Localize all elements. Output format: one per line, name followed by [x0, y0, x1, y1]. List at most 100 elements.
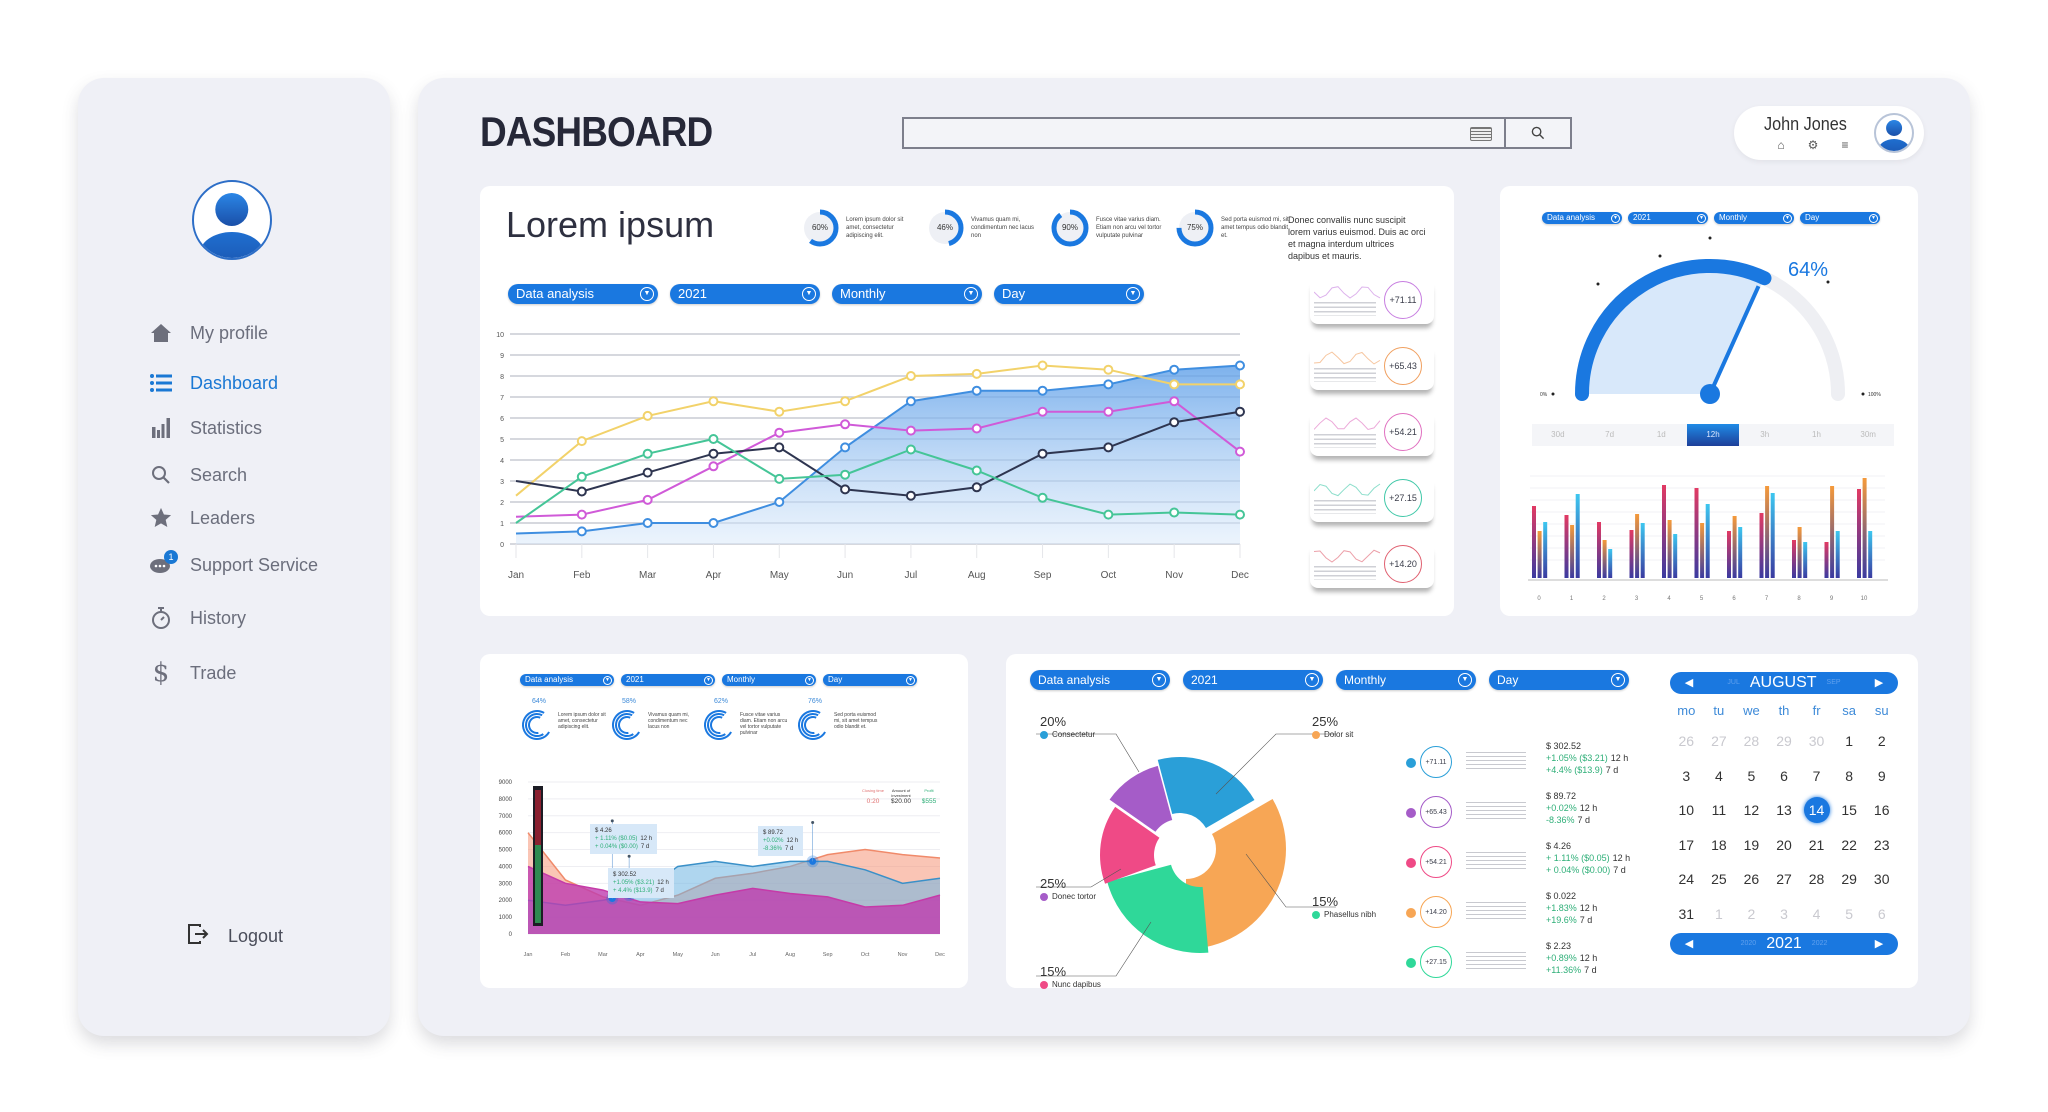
gear-icon[interactable]: ⚙ — [1806, 138, 1820, 152]
calendar-day[interactable]: 2 — [1735, 897, 1768, 932]
x-tick-label: Jun — [837, 570, 853, 581]
calendar-day[interactable]: 21 — [1800, 828, 1833, 863]
calendar-day[interactable]: 16 — [1865, 793, 1898, 828]
calendar-day[interactable]: 27 — [1703, 724, 1736, 759]
filter-year[interactable]: 2021 ▼ — [621, 674, 715, 686]
data-point — [971, 423, 982, 434]
calendar-day-selected[interactable]: 14 — [1800, 793, 1833, 828]
calendar-day[interactable]: 6 — [1865, 897, 1898, 932]
playlist-add-icon[interactable]: ≡ — [1838, 138, 1852, 152]
change-period: 12 h — [1610, 753, 1629, 763]
x-tick-label: Jul — [749, 952, 756, 958]
next-month-button[interactable]: ▶ — [1866, 672, 1892, 694]
search-input[interactable] — [904, 119, 1470, 147]
calendar-day[interactable]: 1 — [1703, 897, 1736, 932]
calendar-day[interactable]: 9 — [1865, 759, 1898, 794]
time-range-option[interactable]: 12h — [1687, 424, 1739, 446]
sidebar-item-search[interactable]: Search — [148, 460, 247, 490]
y-tick-label: 1 — [500, 521, 504, 528]
sidebar-item-statistics[interactable]: Statistics — [148, 413, 262, 443]
time-range-option[interactable]: 7d — [1584, 424, 1636, 446]
mini-stat-card[interactable]: +54.21 — [1310, 410, 1434, 456]
filter-granularity[interactable]: Day ▼ — [1489, 670, 1629, 690]
time-range-option[interactable]: 30m — [1842, 424, 1894, 446]
calendar-day[interactable]: 19 — [1735, 828, 1768, 863]
prev-month-button[interactable]: ◀ — [1676, 672, 1702, 694]
sidebar-item-dashboard[interactable]: Dashboard — [148, 368, 278, 398]
time-range-option[interactable]: 3h — [1739, 424, 1791, 446]
mini-stat-card[interactable]: +65.43 — [1310, 344, 1434, 390]
calendar-day[interactable]: 8 — [1833, 759, 1866, 794]
calendar-day[interactable]: 17 — [1670, 828, 1703, 863]
calendar-day[interactable]: 5 — [1833, 897, 1866, 932]
sidebar-item-my-profile[interactable]: My profile — [148, 318, 268, 348]
calendar-day[interactable]: 28 — [1800, 862, 1833, 897]
prev-year-button[interactable]: ◀ — [1676, 933, 1702, 955]
user-menu: John Jones ⌂ ⚙ ≡ — [1734, 106, 1924, 160]
stat-row[interactable]: +71.11 $ 302.52 +1.05% ($3.21) 12 h +4.4% ($… — [1406, 740, 1706, 790]
time-range-option[interactable]: 1d — [1635, 424, 1687, 446]
home-icon[interactable]: ⌂ — [1774, 138, 1788, 152]
calendar-day[interactable]: 30 — [1865, 862, 1898, 897]
calendar-day[interactable]: 10 — [1670, 793, 1703, 828]
calendar-day[interactable]: 4 — [1800, 897, 1833, 932]
time-range-option[interactable]: 30d — [1532, 424, 1584, 446]
search-button[interactable] — [1504, 119, 1570, 147]
calendar-day[interactable]: 30 — [1800, 724, 1833, 759]
stat-row[interactable]: +27.15 $ 2.23 +0.89% 12 h +11.36% 7 d — [1406, 940, 1706, 990]
mini-stat-card[interactable]: +27.15 — [1310, 476, 1434, 522]
stat-row[interactable]: +54.21 $ 4.26 + 1.11% ($0.05) 12 h + 0.04% (… — [1406, 840, 1706, 890]
filter-period[interactable]: Monthly ▼ — [722, 674, 816, 686]
calendar-day[interactable]: 20 — [1768, 828, 1801, 863]
sidebar-item-history[interactable]: History — [148, 603, 246, 633]
ring-value: 62% — [714, 698, 729, 705]
sidebar-item-leaders[interactable]: Leaders — [148, 503, 255, 533]
sidebar-item-support-service[interactable]: 1 Support Service — [148, 550, 318, 580]
calendar-day[interactable]: 11 — [1703, 793, 1736, 828]
user-avatar[interactable] — [1874, 113, 1914, 153]
sidebar-item-trade[interactable]: $ Trade — [148, 658, 237, 688]
tooltip-period: 7 d — [655, 888, 664, 894]
calendar-day[interactable]: 29 — [1833, 862, 1866, 897]
keyboard-icon[interactable] — [1470, 127, 1492, 141]
calendar-day[interactable]: 1 — [1833, 724, 1866, 759]
calendar-day[interactable]: 22 — [1833, 828, 1866, 863]
next-year-button[interactable]: ▶ — [1866, 933, 1892, 955]
time-range-option[interactable]: 1h — [1791, 424, 1843, 446]
calendar-day[interactable]: 3 — [1768, 897, 1801, 932]
bar — [1640, 523, 1645, 578]
y-tick-label: 0 — [500, 542, 504, 549]
stat-row[interactable]: +65.43 $ 89.72 +0.02% 12 h -8.36% 7 d — [1406, 790, 1706, 840]
calendar-day[interactable]: 2 — [1865, 724, 1898, 759]
mini-stat-card[interactable]: +71.11 — [1310, 278, 1434, 324]
profile-avatar[interactable] — [192, 180, 272, 260]
calendar-day[interactable]: 12 — [1735, 793, 1768, 828]
logout-button[interactable]: Logout — [188, 924, 283, 948]
calendar-day[interactable]: 4 — [1703, 759, 1736, 794]
calendar-day[interactable]: 23 — [1865, 828, 1898, 863]
calendar-day[interactable]: 18 — [1703, 828, 1736, 863]
calendar-day[interactable]: 26 — [1735, 862, 1768, 897]
calendar-day[interactable]: 25 — [1703, 862, 1736, 897]
calendar-day[interactable]: 6 — [1768, 759, 1801, 794]
calendar-day[interactable]: 29 — [1768, 724, 1801, 759]
time-range-selector: 30d 7d 1d 12h 3h 1h 30m — [1532, 424, 1894, 446]
calendar-day[interactable]: 28 — [1735, 724, 1768, 759]
calendar-day[interactable]: 26 — [1670, 724, 1703, 759]
data-point — [840, 419, 851, 430]
stat-row[interactable]: +14.20 $ 0.022 +1.83% 12 h +19.6% 7 d — [1406, 890, 1706, 940]
change-value: -8.36% — [1546, 815, 1575, 825]
calendar-day[interactable]: 15 — [1833, 793, 1866, 828]
calendar-day[interactable]: 13 — [1768, 793, 1801, 828]
calendar-day[interactable]: 24 — [1670, 862, 1703, 897]
calendar-day[interactable]: 3 — [1670, 759, 1703, 794]
bar — [1770, 493, 1775, 578]
mini-stat-card[interactable]: +14.20 — [1310, 542, 1434, 588]
calendar-day[interactable]: 5 — [1735, 759, 1768, 794]
pie-percent: 25% — [1312, 714, 1339, 729]
calendar-day[interactable]: 31 — [1670, 897, 1703, 932]
calendar-day[interactable]: 7 — [1800, 759, 1833, 794]
filter-granularity[interactable]: Day ▼ — [823, 674, 917, 686]
filter-data-analysis[interactable]: Data analysis ▼ — [520, 674, 614, 686]
calendar-day[interactable]: 27 — [1768, 862, 1801, 897]
